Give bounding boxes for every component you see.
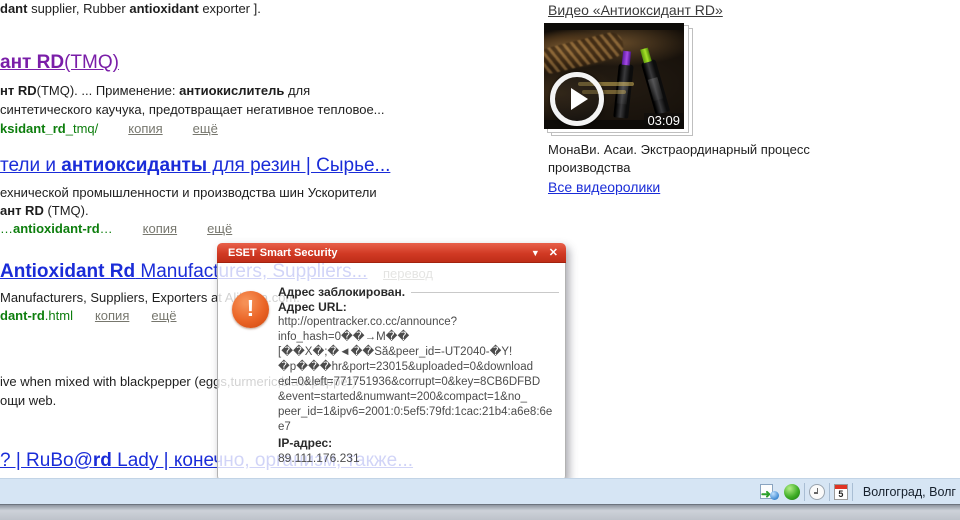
play-button-icon[interactable] xyxy=(550,72,604,126)
result1-snippet-line2: синтетического каучука, предотвращает не… xyxy=(0,100,385,119)
divider xyxy=(852,483,853,501)
taskbar xyxy=(0,504,960,520)
green-ball-icon[interactable] xyxy=(784,484,800,500)
chevron-down-icon[interactable]: ▼ xyxy=(531,243,540,263)
eset-blocked-url: http://opentracker.co.cc/announce? info_… xyxy=(278,315,559,435)
eset-alert-title: Адрес заблокирован. xyxy=(278,285,405,299)
result1-more-link[interactable]: ещё xyxy=(193,121,218,136)
browser-status-bar: ➜ 5 Волгоград, Волг xyxy=(0,478,960,505)
alert-exclamation-icon xyxy=(232,291,269,328)
calendar-day: 5 xyxy=(835,489,847,499)
divider xyxy=(411,292,559,293)
eset-popup-body: Адрес заблокирован. Адрес URL: http://op… xyxy=(217,263,566,481)
result1-title-link[interactable]: ант RD(TMQ) xyxy=(0,52,119,74)
eset-popup-header[interactable]: ESET Smart Security ▼ ✕ xyxy=(217,243,566,263)
divider xyxy=(829,483,830,501)
result3-more-link[interactable]: ещё xyxy=(151,308,176,323)
go-page-icon[interactable]: ➜ xyxy=(760,484,779,500)
result2-snippet-line1: ехнической промышленности и производства… xyxy=(0,183,377,202)
snippet-web: ощи web. xyxy=(0,391,56,410)
result2-snippet-line2: ант RD (TMQ). xyxy=(0,201,89,220)
video-caption: МонаВи. Асаи. Экстраординарный процесс п… xyxy=(548,141,868,177)
video-thumbnail[interactable]: 03:09 xyxy=(544,23,684,129)
close-icon[interactable]: ✕ xyxy=(549,243,558,263)
result2-copy-link[interactable]: копия xyxy=(143,221,177,236)
result2-more-link[interactable]: ещё xyxy=(207,221,232,236)
result3-url: dant-rd.html xyxy=(0,308,73,323)
videos-section-title-link[interactable]: Видео «Антиоксидант RD» xyxy=(548,2,723,18)
weather-location-text[interactable]: Волгоград, Волг xyxy=(863,485,956,499)
calendar-icon[interactable]: 5 xyxy=(834,484,848,500)
clock-icon[interactable] xyxy=(809,484,825,500)
result2-title-link[interactable]: тели и антиоксиданты для резин | Сырье..… xyxy=(0,155,390,177)
result3-copy-link[interactable]: копия xyxy=(95,308,129,323)
green-bottle xyxy=(641,59,670,115)
eset-ip-label: IP-адрес: xyxy=(278,436,559,451)
eset-app-title: ESET Smart Security xyxy=(228,247,522,259)
braid-decor xyxy=(544,30,626,76)
divider xyxy=(804,483,805,501)
video-thumbnail-stack: 03:09 xyxy=(544,23,684,129)
screen: dant supplier, Rubber antioxidant export… xyxy=(0,0,960,520)
eset-url-label: Адрес URL: xyxy=(278,300,559,315)
eset-notification-popup: ESET Smart Security ▼ ✕ Адрес заблокиров… xyxy=(217,243,566,481)
eset-ip-value: 89.111.176.231 xyxy=(278,451,559,466)
result1-snippet-line1: нт RD(TMQ). ... Применение: антиокислите… xyxy=(0,81,310,100)
result-snippet-cutoff-top: dant supplier, Rubber antioxidant export… xyxy=(0,1,261,16)
all-videos-link[interactable]: Все видеоролики xyxy=(548,179,660,195)
video-duration-badge: 03:09 xyxy=(644,113,683,128)
result1-url: ksidant_rd_tmq/ xyxy=(0,121,98,136)
result1-copy-link[interactable]: копия xyxy=(128,121,162,136)
result2-url: …antioxidant-rd… xyxy=(0,221,113,236)
